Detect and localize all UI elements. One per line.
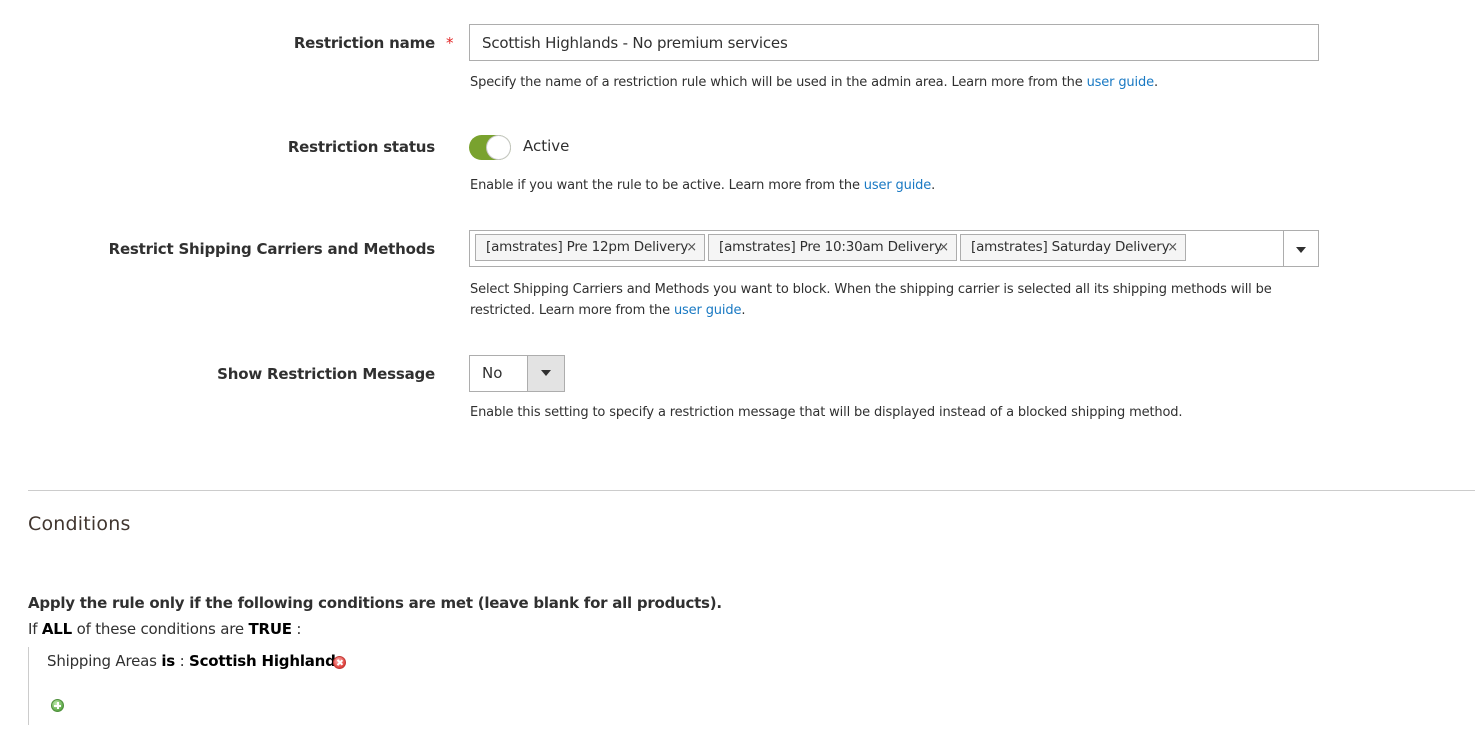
conditions-tree-line <box>28 647 29 725</box>
condition-operator[interactable]: is <box>161 652 175 670</box>
caret-down-icon <box>1296 247 1306 253</box>
chip-label: [amstrates] Pre 10:30am Delivery <box>719 239 943 255</box>
shipping-methods-note: Select Shipping Carriers and Methods you… <box>470 279 1272 321</box>
condition-attribute: Shipping Areas <box>47 652 157 670</box>
toggle-state-label: Active <box>523 137 570 155</box>
conditions-aggregator-line: If ALL of these conditions are TRUE : <box>28 620 301 638</box>
restriction-name-note: Specify the name of a restriction rule w… <box>470 72 1158 93</box>
remove-circle-icon[interactable] <box>333 656 346 669</box>
conditions-section-title[interactable]: Conditions <box>28 513 131 535</box>
condition-separator: : <box>175 652 185 670</box>
if-prefix: If <box>28 620 38 638</box>
restriction-name-label: Restriction name <box>293 34 435 52</box>
condition-item: Shipping Areas is : Scottish Highlands <box>47 652 345 670</box>
restriction-status-toggle[interactable] <box>469 135 511 160</box>
restriction-message-select[interactable]: No <box>469 355 565 392</box>
restriction-name-input[interactable] <box>469 24 1319 61</box>
chip-label: [amstrates] Saturday Delivery <box>971 239 1170 255</box>
add-circle-icon[interactable] <box>51 699 64 712</box>
user-guide-link[interactable]: user guide <box>864 178 931 193</box>
shipping-methods-label: Restrict Shipping Carriers and Methods <box>108 240 436 258</box>
restriction-message-note: Enable this setting to specify a restric… <box>470 405 1183 420</box>
required-indicator: * <box>446 34 454 52</box>
selected-method-chip: [amstrates] Saturday Delivery × <box>960 234 1186 261</box>
note-end: . <box>741 303 746 318</box>
conditions-heading: Apply the rule only if the following con… <box>28 594 722 612</box>
suffix: : <box>291 620 302 638</box>
selected-method-chip: [amstrates] Pre 10:30am Delivery × <box>708 234 957 261</box>
note-line-2: restricted. Learn more from the user gui… <box>470 300 1272 321</box>
aggregator-selector[interactable]: ALL <box>42 620 72 638</box>
chip-remove-icon[interactable]: × <box>686 235 697 260</box>
section-divider <box>28 490 1475 491</box>
chip-remove-icon[interactable]: × <box>1167 235 1178 260</box>
user-guide-link[interactable]: user guide <box>674 303 741 318</box>
note-end: . <box>931 178 936 193</box>
toggle-knob <box>487 136 510 159</box>
condition-value[interactable]: Scottish Highlands <box>189 652 345 670</box>
middle-text: of these conditions are <box>76 620 244 638</box>
note-end: . <box>1153 75 1158 90</box>
select-value: No <box>482 364 503 382</box>
selected-method-chip: [amstrates] Pre 12pm Delivery × <box>475 234 705 261</box>
chip-remove-icon[interactable]: × <box>938 235 949 260</box>
value-selector[interactable]: TRUE <box>248 620 292 638</box>
restriction-message-label: Show Restriction Message <box>217 365 435 383</box>
restriction-status-label: Restriction status <box>287 138 435 156</box>
note-text: restricted. Learn more from the <box>470 303 674 318</box>
note-line-1: Select Shipping Carriers and Methods you… <box>470 282 1272 297</box>
user-guide-link[interactable]: user guide <box>1087 75 1154 90</box>
chip-label: [amstrates] Pre 12pm Delivery <box>486 239 689 255</box>
note-text: Specify the name of a restriction rule w… <box>470 75 1087 90</box>
note-text: Enable if you want the rule to be active… <box>470 178 864 193</box>
caret-down-icon <box>541 370 551 376</box>
shipping-methods-multiselect[interactable]: [amstrates] Pre 12pm Delivery × [amstrat… <box>469 230 1319 267</box>
multiselect-dropdown-button[interactable] <box>1284 231 1318 266</box>
restriction-status-note: Enable if you want the rule to be active… <box>470 175 935 196</box>
select-dropdown-button[interactable] <box>527 356 564 391</box>
